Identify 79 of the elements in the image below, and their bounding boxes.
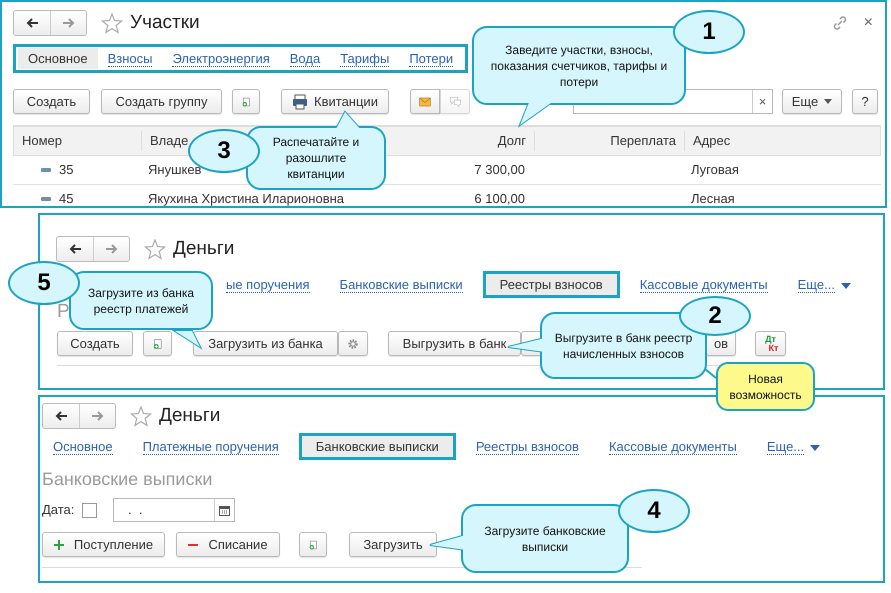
table-cell: Лесная xyxy=(691,191,735,206)
arrow-right-icon xyxy=(104,242,118,256)
debit-label: Дт xyxy=(764,334,777,344)
tab[interactable]: Вода xyxy=(280,48,330,69)
link-icon[interactable] xyxy=(832,15,848,31)
caret-icon xyxy=(810,444,820,451)
table-cell: Якухина Христина Иларионовна xyxy=(148,191,344,206)
item-icon xyxy=(41,168,51,172)
note-tooltip: Новая возможность xyxy=(716,362,815,411)
more-button[interactable]: Еще xyxy=(782,89,842,114)
write-off-button[interactable]: Списание xyxy=(176,532,280,557)
button[interactable]: Загрузить из банка xyxy=(193,331,338,356)
tab[interactable]: Потери xyxy=(399,48,464,69)
callout-text: Заведите участки, взносы, показания счетчиков, тарифы и потери xyxy=(490,42,668,90)
callout-text: Распечатайте и разошлите квитанции xyxy=(272,134,360,182)
caret-icon xyxy=(840,282,851,289)
tab[interactable]: Еще... xyxy=(756,436,830,457)
table-cell-text: 35 xyxy=(59,161,74,180)
item-icon xyxy=(41,197,51,201)
button[interactable]: Загрузить xyxy=(349,532,437,557)
clear-button[interactable]: × xyxy=(752,90,772,113)
tab[interactable]: Основное xyxy=(43,436,123,457)
print-button[interactable]: Квитанции xyxy=(281,89,389,114)
column-header: Переплата xyxy=(534,131,684,151)
step-number: 5 xyxy=(8,261,80,305)
tab[interactable]: ые поручения xyxy=(216,274,320,295)
date-field[interactable]: . . xyxy=(113,498,236,522)
close-button[interactable]: × xyxy=(864,11,873,35)
window-title: Участки xyxy=(130,11,200,35)
caret-icon xyxy=(824,99,832,104)
settings-button[interactable] xyxy=(338,331,368,356)
tab[interactable]: Еще... xyxy=(788,274,861,295)
button[interactable]: Создать xyxy=(57,331,133,356)
receipt-button[interactable]: Поступление xyxy=(42,532,165,557)
callout-text: Загрузите банковские выписки xyxy=(483,522,607,554)
tab[interactable]: Платежные поручения xyxy=(132,436,289,457)
table-cell: 6 100,00 xyxy=(474,191,525,206)
column-header: Адрес xyxy=(684,131,871,151)
star-icon[interactable] xyxy=(144,238,166,260)
field-label: Дата: xyxy=(42,501,74,520)
table-cell: Луговая xyxy=(691,162,739,178)
checkbox[interactable] xyxy=(82,502,98,518)
accounting-button[interactable]: Дт Кт xyxy=(755,331,786,356)
tab[interactable]: Банковские выписки xyxy=(330,274,473,295)
add-button[interactable] xyxy=(232,89,260,114)
printer-icon xyxy=(292,94,308,110)
tab[interactable]: Тарифы xyxy=(330,48,400,69)
column-header: Номер xyxy=(21,132,64,150)
tab[interactable]: Кассовые документы xyxy=(630,274,778,295)
add-button[interactable] xyxy=(299,532,327,557)
mail-button[interactable] xyxy=(410,89,440,114)
table-cell-text: 45 xyxy=(59,190,74,206)
button[interactable]: Выгрузить в банк xyxy=(388,331,521,356)
credit-label: Кт xyxy=(768,344,778,352)
tab[interactable]: Электроэнергия xyxy=(162,48,280,69)
star-icon[interactable] xyxy=(101,12,123,34)
button[interactable]: Создать группу xyxy=(101,89,222,114)
star-icon[interactable] xyxy=(130,406,152,426)
arrow-left-icon xyxy=(25,16,39,30)
plus-icon xyxy=(54,540,64,550)
tab[interactable]: Основное xyxy=(18,48,98,69)
window-title: Деньги xyxy=(159,404,220,428)
section-heading: Банковские выписки xyxy=(42,468,214,491)
arrow-left-icon xyxy=(68,242,82,256)
window-title: Деньги xyxy=(173,237,234,261)
tab[interactable]: Кассовые документы xyxy=(598,436,747,457)
arrow-right-icon xyxy=(62,16,76,30)
button[interactable]: Создать xyxy=(13,89,90,114)
arrow-left-icon xyxy=(54,409,68,423)
button[interactable]: ? xyxy=(852,89,878,114)
tab[interactable]: Реестры взносов xyxy=(466,436,589,457)
tab[interactable]: Взносы xyxy=(98,48,162,69)
tab[interactable]: Банковские выписки xyxy=(298,433,456,460)
callout-text: Загрузите из банка реестр платежей xyxy=(86,284,196,316)
arrow-right-icon xyxy=(90,409,104,423)
add-button[interactable] xyxy=(143,331,172,356)
table-cell: 7 300,00 xyxy=(474,162,525,178)
tab[interactable]: Реестры взносов xyxy=(482,271,620,298)
calendar-icon[interactable] xyxy=(219,504,230,516)
